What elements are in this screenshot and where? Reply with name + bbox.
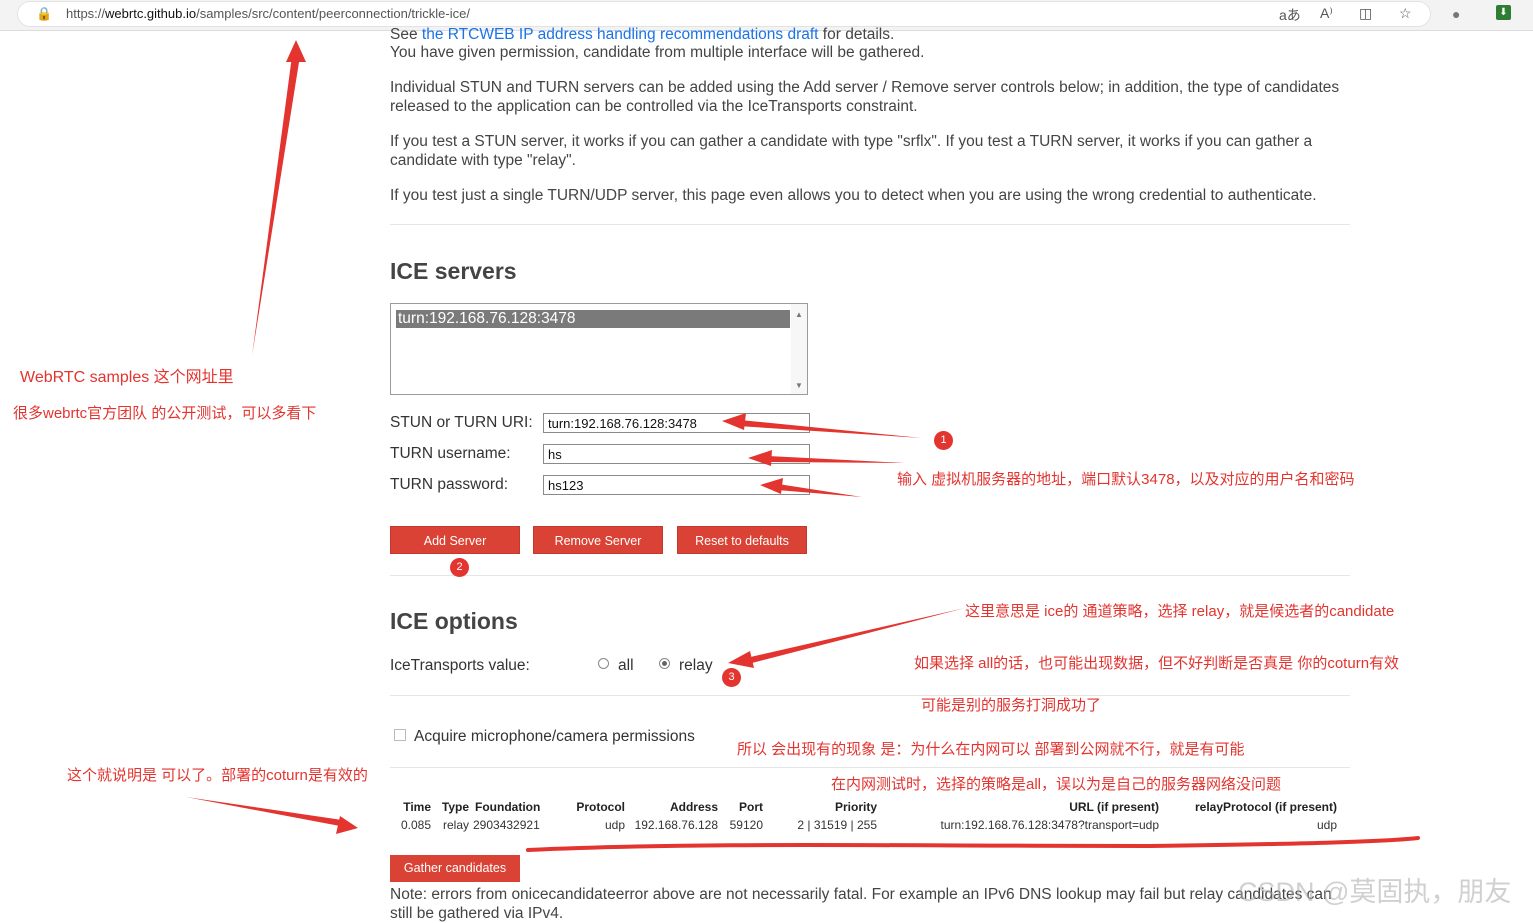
cell-type: relay — [442, 818, 469, 832]
uri-input[interactable] — [543, 413, 810, 433]
username-input[interactable] — [543, 444, 810, 464]
radio-relay-label: relay — [679, 657, 713, 674]
url-text[interactable]: https://webrtc.github.io/samples/src/con… — [66, 6, 470, 21]
annotation-result-note: 这个就说明是 可以了。部署的coturn是有效的 — [67, 767, 368, 784]
arrow-to-table — [186, 797, 342, 826]
scroll-down-icon[interactable]: ▼ — [795, 381, 803, 390]
col-time: Time — [403, 800, 431, 814]
note-text: Note: errors from onicecandidateerror ab… — [390, 886, 1332, 922]
annotation-left-2: 很多webrtc官方团队 的公开测试，可以多看下 — [13, 405, 317, 422]
csdn-watermark: CSDN @莫固执，朋友 — [1238, 877, 1512, 907]
radio-all[interactable] — [598, 658, 609, 669]
cell-url: turn:192.168.76.128:3478?transport=udp — [940, 818, 1159, 832]
acquire-permissions-label: Acquire microphone/camera permissions — [414, 728, 695, 745]
arrow-to-table-head — [336, 816, 358, 834]
candidates-table: Time Type Foundation Protocol Address Po… — [398, 798, 1337, 834]
divider — [390, 224, 1350, 225]
annotation-ice-note-1: 这里意思是 ice的 通道策略，选择 relay，就是候选者的candidate — [965, 603, 1395, 620]
reset-defaults-button[interactable]: Reset to defaults — [677, 526, 807, 554]
step-3-badge: 3 — [722, 668, 741, 687]
address-bar[interactable]: 🔒 https://webrtc.github.io/samples/src/c… — [18, 2, 1430, 26]
col-url: URL (if present) — [1069, 800, 1159, 814]
gather-candidates-button[interactable]: Gather candidates — [390, 855, 520, 882]
server-list-item[interactable]: turn:192.168.76.128:3478 — [396, 310, 790, 328]
radio-all-label: all — [618, 657, 634, 674]
see-draft-line: See the RTCWEB IP address handling recom… — [390, 26, 895, 43]
step-2-badge: 2 — [450, 558, 469, 577]
intro-paragraph-3: If you test just a single TURN/UDP serve… — [390, 187, 1317, 204]
username-label: TURN username: — [390, 445, 511, 462]
permission-text: You have given permission, candidate fro… — [390, 44, 925, 61]
draft-link[interactable]: the RTCWEB IP address handling recommend… — [422, 26, 819, 43]
translate-icon[interactable]: aあ — [1279, 5, 1301, 25]
cell-foundation: 2903432921 — [473, 818, 540, 832]
intro-paragraph-2: If you test a STUN server, it works if y… — [390, 133, 1313, 169]
annotation-input-note: 输入 虚拟机服务器的地址，端口默认3478，以及对应的用户名和密码 — [897, 471, 1355, 488]
uri-label: STUN or TURN URI: — [390, 414, 533, 431]
password-label: TURN password: — [390, 476, 508, 493]
add-server-button[interactable]: Add Server — [390, 526, 520, 554]
col-relay-protocol: relayProtocol (if present) — [1194, 800, 1337, 814]
divider — [390, 767, 1350, 768]
extension-green-icon[interactable]: ⬇ — [1496, 5, 1511, 20]
divider — [390, 575, 1350, 576]
cell-protocol: udp — [604, 818, 625, 832]
ice-options-heading: ICE options — [390, 608, 518, 634]
table-row: 0.085 relay 2903432921 udp 192.168.76.12… — [398, 816, 1337, 834]
col-foundation: Foundation — [475, 800, 541, 814]
transports-label: IceTransports value: — [390, 657, 530, 674]
cell-time: 0.085 — [400, 818, 431, 832]
cell-relay-protocol: udp — [1316, 818, 1337, 832]
arrow-to-url — [252, 56, 300, 356]
lock-icon[interactable]: 🔒 — [36, 6, 52, 22]
remove-server-button[interactable]: Remove Server — [533, 526, 663, 554]
divider — [390, 695, 1350, 696]
table-header-row: Time Type Foundation Protocol Address Po… — [398, 798, 1337, 816]
scroll-up-icon[interactable]: ▲ — [795, 310, 803, 319]
extension-icon[interactable]: ● — [1452, 6, 1460, 22]
acquire-permissions-checkbox[interactable] — [394, 729, 406, 741]
arrow-to-url-head — [286, 40, 306, 62]
annotation-ice-note-2: 如果选择 all的话，也可能出现数据，但不好判断是否真是 你的coturn有效 — [914, 655, 1400, 672]
servers-listbox[interactable]: turn:192.168.76.128:3478 ▲ ▼ — [390, 303, 808, 395]
listbox-scrollbar[interactable]: ▲ ▼ — [791, 304, 807, 394]
annotation-ice-note-3: 可能是别的服务打洞成功了 — [921, 697, 1102, 714]
col-address: Address — [669, 800, 718, 814]
col-protocol: Protocol — [576, 800, 625, 814]
annotation-ice-note-5: 在内网测试时，选择的策略是all，误以为是自己的服务器网络没问题 — [831, 776, 1282, 793]
col-type: Type — [441, 800, 469, 814]
password-input[interactable] — [543, 475, 810, 495]
col-port: Port — [739, 800, 763, 814]
cell-address: 192.168.76.128 — [634, 818, 718, 832]
radio-relay[interactable] — [659, 658, 670, 669]
ice-servers-heading: ICE servers — [390, 258, 517, 284]
intro-paragraph-1: Individual STUN and TURN servers can be … — [390, 79, 1340, 115]
col-priority: Priority — [834, 800, 877, 814]
cell-priority: 2 | 31519 | 255 — [797, 818, 877, 832]
arrow-to-relay-head — [728, 651, 754, 668]
row-underline — [526, 836, 1420, 852]
read-aloud-icon[interactable]: A⁾ — [1320, 5, 1333, 22]
favorite-star-icon[interactable]: ☆ — [1399, 5, 1412, 22]
split-screen-icon[interactable]: ◫ — [1359, 5, 1372, 22]
annotation-ice-note-4: 所以 会出现有的现象 是：为什么在内网可以 部署到公网就不行，就是有可能 — [737, 741, 1245, 758]
step-1-badge: 1 — [934, 431, 953, 450]
annotation-left-1: WebRTC samples 这个网址里 — [20, 369, 234, 386]
cell-port: 59120 — [729, 818, 763, 832]
